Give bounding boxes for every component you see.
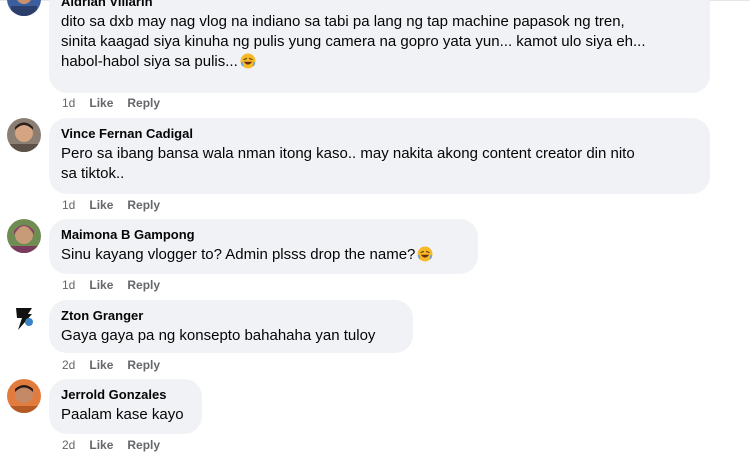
comment-text: Gaya gaya pa ng konsepto bahahaha yan tu…: [61, 327, 376, 344]
avatar[interactable]: [7, 118, 41, 152]
comment-bubble: Vince Fernan Cadigal Pero sa ibang bansa…: [49, 118, 710, 194]
comment-bubble: Zton Granger Gaya gaya pa ng konsepto ba…: [49, 300, 413, 353]
like-button[interactable]: Like: [89, 438, 113, 452]
comment-timestamp[interactable]: 1d: [62, 96, 75, 110]
reply-button[interactable]: Reply: [127, 198, 160, 212]
reply-button[interactable]: Reply: [127, 358, 160, 372]
comment-bubble: Maimona B Gampong Sinu kayang vlogger to…: [49, 219, 478, 274]
comment-timestamp[interactable]: 1d: [62, 198, 75, 212]
reply-button[interactable]: Reply: [127, 438, 160, 452]
reply-button[interactable]: Reply: [127, 96, 160, 110]
avatar[interactable]: [7, 0, 41, 16]
like-button[interactable]: Like: [89, 278, 113, 292]
comment-bubble: Jerrold Gonzales Paalam kase kayo: [49, 379, 202, 434]
comment-actions: 1d Like Reply: [62, 197, 160, 213]
comment-text: Sinu kayang vlogger to? Admin plsss drop…: [61, 245, 466, 265]
avatar[interactable]: [7, 219, 41, 253]
comment-actions: 2d Like Reply: [62, 357, 160, 373]
comment-bubble: Aldrian Villarin dito sa dxb may nag vlo…: [49, 0, 710, 93]
comment-timestamp[interactable]: 2d: [62, 358, 75, 372]
comment-author[interactable]: Maimona B Gampong: [61, 227, 466, 243]
comment-author[interactable]: Vince Fernan Cadigal: [61, 126, 698, 142]
reply-button[interactable]: Reply: [127, 278, 160, 292]
avatar[interactable]: [7, 379, 41, 413]
comment-timestamp[interactable]: 2d: [62, 438, 75, 452]
comments-panel: Aldrian Villarin dito sa dxb may nag vlo…: [0, 0, 750, 453]
comment-actions: 1d Like Reply: [62, 95, 160, 111]
comment-author[interactable]: Aldrian Villarin: [61, 0, 698, 10]
comment-author[interactable]: Jerrold Gonzales: [61, 387, 190, 403]
avatar[interactable]: [7, 300, 41, 334]
comment-author[interactable]: Zton Granger: [61, 308, 401, 324]
like-button[interactable]: Like: [89, 358, 113, 372]
comment-text: Pero sa ibang bansa wala nman itong kaso…: [61, 145, 635, 182]
rolling-on-floor-laughing-emoji: [240, 53, 256, 69]
comment-actions: 1d Like Reply: [62, 277, 160, 293]
comment-actions: 2d Like Reply: [62, 437, 160, 453]
rolling-on-floor-laughing-emoji: [417, 246, 433, 262]
like-button[interactable]: Like: [89, 198, 113, 212]
comment-text: dito sa dxb may nag vlog na indiano sa t…: [61, 13, 646, 70]
comment-timestamp[interactable]: 1d: [62, 278, 75, 292]
comment-text: Paalam kase kayo: [61, 406, 184, 423]
like-button[interactable]: Like: [89, 96, 113, 110]
